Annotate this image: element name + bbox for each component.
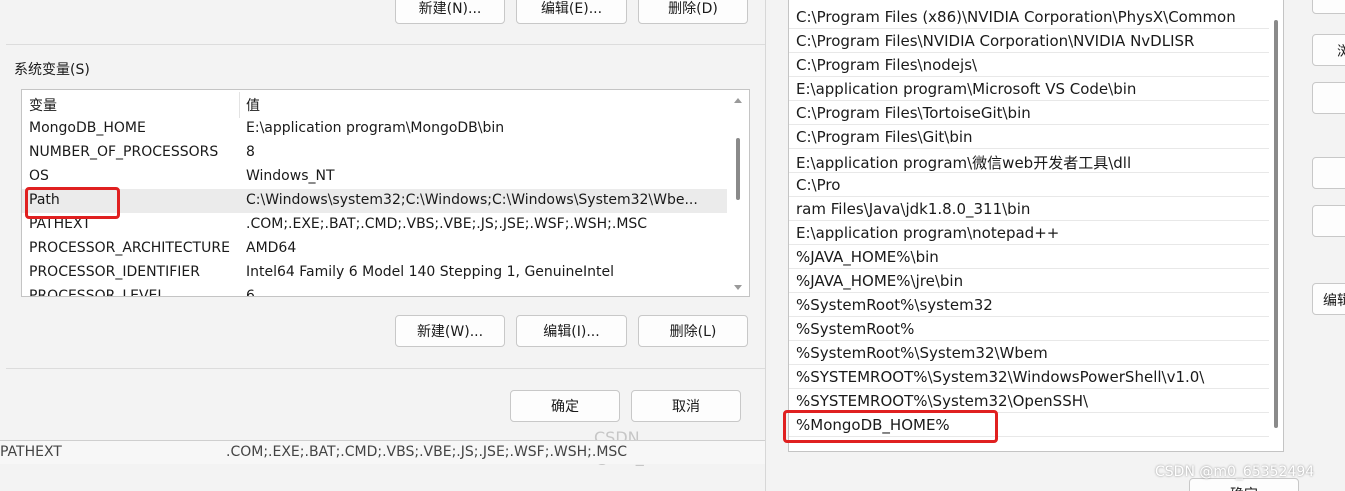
path-entry: ram Files\Java\jdk1.8.0_311\bin [796,200,1031,218]
list-item[interactable]: ram Files\Java\jdk1.8.0_311\bin [789,197,1269,221]
system-variables-table[interactable]: 变量 值 MongoDB_HOME E:\application program… [21,89,750,297]
scrollbar-thumb[interactable] [1274,20,1278,428]
list-item[interactable]: C:\Program Files\Git\bin [789,125,1269,149]
variable-name: PROCESSOR_LEVEL [29,288,166,297]
table-row[interactable]: OS Windows_NT [22,165,727,189]
user-delete-button[interactable]: 删除(D) [638,0,748,24]
list-item[interactable]: C:\Program Files (x86)\NVIDIA Corporatio… [789,5,1269,29]
system-new-button[interactable]: 新建(W)... [395,315,505,347]
path-entry: %SystemRoot%\system32 [796,296,993,314]
list-item[interactable]: C:\Pro [789,173,1269,197]
list-item[interactable]: C:\Program Files\nodejs\ [789,53,1269,77]
scroll-down-arrow-icon[interactable] [734,285,742,290]
browse-button[interactable]: 浏 [1312,34,1345,66]
move-up-button[interactable] [1312,157,1345,189]
table-row[interactable]: PATHEXT .COM;.EXE;.BAT;.CMD;.VBS;.VBE;.J… [22,213,727,237]
table-row[interactable]: PROCESSOR_LEVEL 6 [22,285,727,297]
column-divider[interactable] [239,92,240,118]
header-variable[interactable]: 变量 [29,95,57,115]
path-entry: C:\Program Files (x86)\NVIDIA Corporatio… [796,8,1236,26]
list-item[interactable]: C:\Program Files\NVIDIA Corporation\NVID… [789,29,1269,53]
path-entry: %SYSTEMROOT%\System32\WindowsPowerShell\… [796,368,1205,386]
path-list-scrollbar[interactable] [1269,0,1283,451]
table-scrollbar[interactable] [727,90,749,296]
table-row[interactable]: PROCESSOR_ARCHITECTURE AMD64 [22,237,727,261]
variable-value: 6 [246,288,255,297]
path-entry: E:\application program\微信web开发者工具\dll [796,154,1132,172]
ok-button[interactable]: 确定 [510,390,620,422]
table-row[interactable]: MongoDB_HOME E:\application program\Mong… [22,117,727,141]
variable-value: Windows_NT [246,168,335,184]
system-delete-button[interactable]: 删除(L) [638,315,748,347]
scrollbar-thumb[interactable] [736,138,740,200]
browse-button-label: 浏 [1337,41,1345,61]
path-entry: C:\Program Files\NVIDIA Corporation\NVID… [796,32,1195,50]
path-entry: E:\application program\Microsoft VS Code… [796,80,1137,98]
path-entry: %JAVA_HOME%\bin [796,248,939,266]
new-path-button[interactable] [1312,0,1345,14]
list-item[interactable]: C:\Program Files\TortoiseGit\bin [789,101,1269,125]
table-row-selected[interactable]: Path C:\Windows\system32;C:\Windows;C:\W… [22,189,727,213]
mongodb-path-highlight-annotation [783,410,998,443]
list-item[interactable]: %SystemRoot%\system32 [789,293,1269,317]
user-edit-button[interactable]: 编辑(E)... [516,0,627,24]
table-row[interactable]: PROCESSOR_IDENTIFIER Intel64 Family 6 Mo… [22,261,727,285]
edit-text-button-label: 编辑 [1323,293,1345,309]
path-entry: %SYSTEMROOT%\System32\OpenSSH\ [796,392,1089,410]
list-item[interactable]: %SystemRoot%\System32\Wbem [789,341,1269,365]
list-item[interactable]: %SYSTEMROOT%\System32\WindowsPowerShell\… [789,365,1269,389]
environment-variables-dialog: 新建(N)... 编辑(E)... 删除(D) 系统变量(S) 变量 值 Mon… [0,0,766,491]
user-new-button[interactable]: 新建(N)... [395,0,505,24]
scroll-up-arrow-icon[interactable] [734,98,742,103]
list-item[interactable]: %SystemRoot% [789,317,1269,341]
path-entries-list[interactable]: C:\Program Files (x86)\NVIDIA Corporatio… [788,0,1284,452]
path-entry: %SystemRoot%\System32\Wbem [796,344,1048,362]
path-entry: C:\Program Files\TortoiseGit\bin [796,104,1031,122]
path-entry: E:\application program\notepad++ [796,224,1060,242]
edit-text-button[interactable]: 编辑 [1312,283,1345,315]
underlay-variable-value: .COM;.EXE;.BAT;.CMD;.VBS;.VBE;.JS;.JSE;.… [226,444,628,460]
list-item[interactable]: %JAVA_HOME%\bin [789,245,1269,269]
table-header: 变量 值 [22,92,728,118]
variable-name: OS [29,168,49,184]
variable-name: NUMBER_OF_PROCESSORS [29,144,219,160]
list-item[interactable]: %JAVA_HOME%\jre\bin [789,269,1269,293]
list-item[interactable]: E:\application program\notepad++ [789,221,1269,245]
list-item[interactable]: E:\application program\微信web开发者工具\dll [789,149,1269,173]
background-window-row: PATHEXT .COM;.EXE;.BAT;.CMD;.VBS;.VBE;.J… [0,440,765,464]
variable-name: MongoDB_HOME [29,120,146,136]
system-variables-label: 系统变量(S) [14,59,90,79]
variable-name: PROCESSOR_ARCHITECTURE [29,240,230,256]
variable-name: PROCESSOR_IDENTIFIER [29,264,200,280]
path-entry: C:\Pro [796,176,841,194]
variable-value: Intel64 Family 6 Model 140 Stepping 1, G… [246,264,615,280]
variable-value: C:\Windows\system32;C:\Windows;C:\Window… [246,192,698,208]
path-entry: %SystemRoot% [796,320,915,338]
variable-value: .COM;.EXE;.BAT;.CMD;.VBS;.VBE;.JS;.JSE;.… [246,216,648,232]
system-edit-button[interactable]: 编辑(I)... [516,315,627,347]
list-item[interactable]: E:\application program\Microsoft VS Code… [789,77,1269,101]
table-row[interactable]: NUMBER_OF_PROCESSORS 8 [22,141,727,165]
move-down-button[interactable] [1312,205,1345,237]
underlay-variable-name: PATHEXT [0,444,62,460]
variable-value: E:\application program\MongoDB\bin [246,120,505,136]
delete-path-button[interactable] [1312,82,1345,114]
path-entry: C:\Program Files\Git\bin [796,128,973,146]
path-entry: C:\Program Files\nodejs\ [796,56,978,74]
path-highlight-annotation [25,187,120,219]
csdn-watermark: CSDN @m0_65352494 [1155,464,1315,480]
variable-value: 8 [246,144,255,160]
variable-value: AMD64 [246,240,297,256]
path-entry: %JAVA_HOME%\jre\bin [796,272,964,290]
header-value[interactable]: 值 [246,95,728,115]
cancel-button[interactable]: 取消 [631,390,741,422]
